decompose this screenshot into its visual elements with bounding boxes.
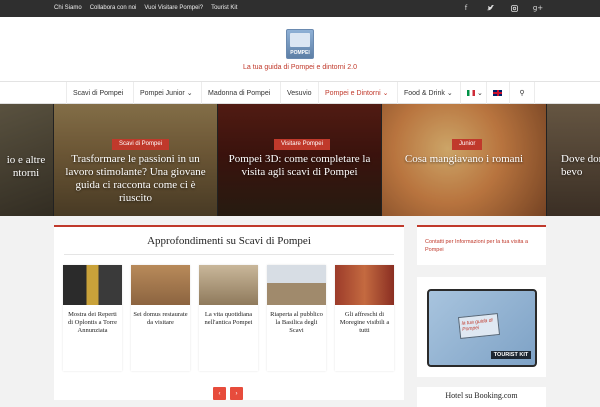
category-badge[interactable]: Junior <box>452 139 483 150</box>
slide-pompei-3d[interactable]: Visitare Pompei Pompei 3D: come completa… <box>218 104 381 216</box>
article-thumbnail <box>131 265 190 305</box>
article-title: Mostra dei Reperti di Oplontis a Torre A… <box>67 311 118 334</box>
lang-it[interactable]: ⌄ <box>460 82 489 104</box>
logo-emblem <box>290 33 310 47</box>
google-plus-icon[interactable]: g+ <box>533 3 543 13</box>
article-card[interactable]: Sei domus restaurate da visitare <box>131 265 190 371</box>
sidebar-booking-widget: Hotel su Booking.com <box>417 387 546 407</box>
article-card[interactable]: Mostra dei Reperti di Oplontis a Torre A… <box>63 265 122 371</box>
top-link-tourist-kit[interactable]: Tourist Kit <box>211 5 237 11</box>
kit-guide-card: la tua guida di Pompei <box>457 312 501 340</box>
tourist-kit-banner[interactable]: la tua guida di Pompei TOURIST KIT <box>427 289 537 367</box>
top-links: Chi Siamo Collabora con noi Vuoi Visitar… <box>54 5 237 11</box>
nav-label: Pompei Junior <box>140 89 185 97</box>
site-tagline: La tua guida di Pompei e dintorni 2.0 <box>242 64 358 71</box>
kit-label: TOURIST KIT <box>491 351 531 359</box>
twitter-icon[interactable] <box>485 3 495 13</box>
nav-item-food[interactable]: Food & Drink ⌄ <box>397 82 459 104</box>
uk-flag-icon <box>493 90 502 96</box>
nav-item-dintorni[interactable]: Pompei e Dintorni ⌄ <box>318 82 394 104</box>
nav-item-scavi[interactable]: Scavi di Pompei <box>66 82 129 104</box>
italy-flag-icon <box>467 90 475 96</box>
related-articles: Approfondimenti su Scavi di Pompei Mostr… <box>54 225 404 400</box>
main-nav: Scavi di Pompei Pompei Junior ⌄ Madonna … <box>0 82 600 104</box>
article-thumbnail <box>267 265 326 305</box>
article-thumbnail <box>63 265 122 305</box>
nav-label: Pompei e Dintorni <box>325 89 381 97</box>
slide-partial-left[interactable]: io e altre ntorni <box>0 104 53 216</box>
article-title: Gli affreschi di Moregine visibili a tut… <box>339 311 390 334</box>
chevron-down-icon: ⌄ <box>476 90 483 97</box>
chevron-down-icon: ⌄ <box>446 90 453 97</box>
chevron-down-icon: ⌄ <box>186 90 193 97</box>
contact-link[interactable]: Contatti per Informazioni per la tua vis… <box>425 238 540 254</box>
nav-label: Vesuvio <box>287 89 312 97</box>
sidebar-tourist-kit-widget: la tua guida di Pompei TOURIST KIT <box>417 277 546 377</box>
slide-romani[interactable]: Junior Cosa mangiavano i romani <box>382 104 546 216</box>
slide-title: Dove dor bevo <box>561 153 600 178</box>
category-badge[interactable]: Visitare Pompei <box>274 139 330 150</box>
article-card[interactable]: Riaperta al pubblico la Basilica degli S… <box>267 265 326 371</box>
logo-text: POMPEI <box>290 50 310 56</box>
prev-page-button[interactable]: ‹ <box>213 387 226 400</box>
section-title: Approfondimenti su Scavi di Pompei <box>147 235 311 247</box>
nav-item-junior[interactable]: Pompei Junior ⌄ <box>133 82 199 104</box>
nav-label: Food & Drink <box>404 89 445 97</box>
chevron-down-icon: ⌄ <box>382 90 389 97</box>
widget-title: Hotel su Booking.com <box>445 391 518 400</box>
top-link-chi-siamo[interactable]: Chi Siamo <box>54 5 82 11</box>
article-title: La vita quotidiana nell'antica Pompei <box>204 311 253 326</box>
nav-label: Scavi di Pompei <box>73 89 124 97</box>
next-page-button[interactable]: › <box>230 387 243 400</box>
category-badge[interactable]: Scavi di Pompei <box>112 139 170 150</box>
top-link-visitare[interactable]: Vuoi Visitare Pompei? <box>144 5 203 11</box>
search-icon: ⚲ <box>519 89 525 97</box>
slide-partial-right[interactable]: Dove dor bevo <box>547 104 600 216</box>
sidebar-contact-widget: Contatti per Informazioni per la tua vis… <box>417 225 546 265</box>
article-card[interactable]: Gli affreschi di Moregine visibili a tut… <box>335 265 394 371</box>
nav-item-vesuvio[interactable]: Vesuvio <box>280 82 318 104</box>
top-bar: Chi Siamo Collabora con noi Vuoi Visitar… <box>0 0 600 17</box>
article-thumbnail <box>199 265 258 305</box>
site-logo[interactable]: POMPEI <box>286 29 314 59</box>
lang-en[interactable] <box>486 82 508 104</box>
article-thumbnail <box>335 265 394 305</box>
nav-label: Madonna di Pompei <box>208 89 271 97</box>
slide-title: Cosa mangiavano i romani <box>404 153 524 165</box>
slide-title: Pompei 3D: come completare la visita agl… <box>228 153 371 178</box>
slide-title: io e altre ntorni <box>6 154 46 179</box>
article-card[interactable]: La vita quotidiana nell'antica Pompei <box>199 265 258 371</box>
instagram-icon[interactable] <box>509 3 519 13</box>
article-title: Sei domus restaurate da visitare <box>133 311 188 326</box>
article-title: Riaperta al pubblico la Basilica degli S… <box>270 311 323 334</box>
social-icons: f g+ <box>461 3 543 13</box>
featured-slider: io e altre ntorni Scavi di Pompei Trasfo… <box>0 104 600 216</box>
site-header: POMPEI La tua guida di Pompei e dintorni… <box>0 17 600 82</box>
top-link-collabora[interactable]: Collabora con noi <box>90 5 137 11</box>
nav-item-madonna[interactable]: Madonna di Pompei <box>201 82 276 104</box>
facebook-icon[interactable]: f <box>461 3 471 13</box>
slide-title: Trasformare le passioni in un lavoro sti… <box>65 153 206 204</box>
search-button[interactable]: ⚲ <box>509 82 535 104</box>
slide-guida[interactable]: Scavi di Pompei Trasformare le passioni … <box>54 104 217 216</box>
divider <box>64 254 394 255</box>
